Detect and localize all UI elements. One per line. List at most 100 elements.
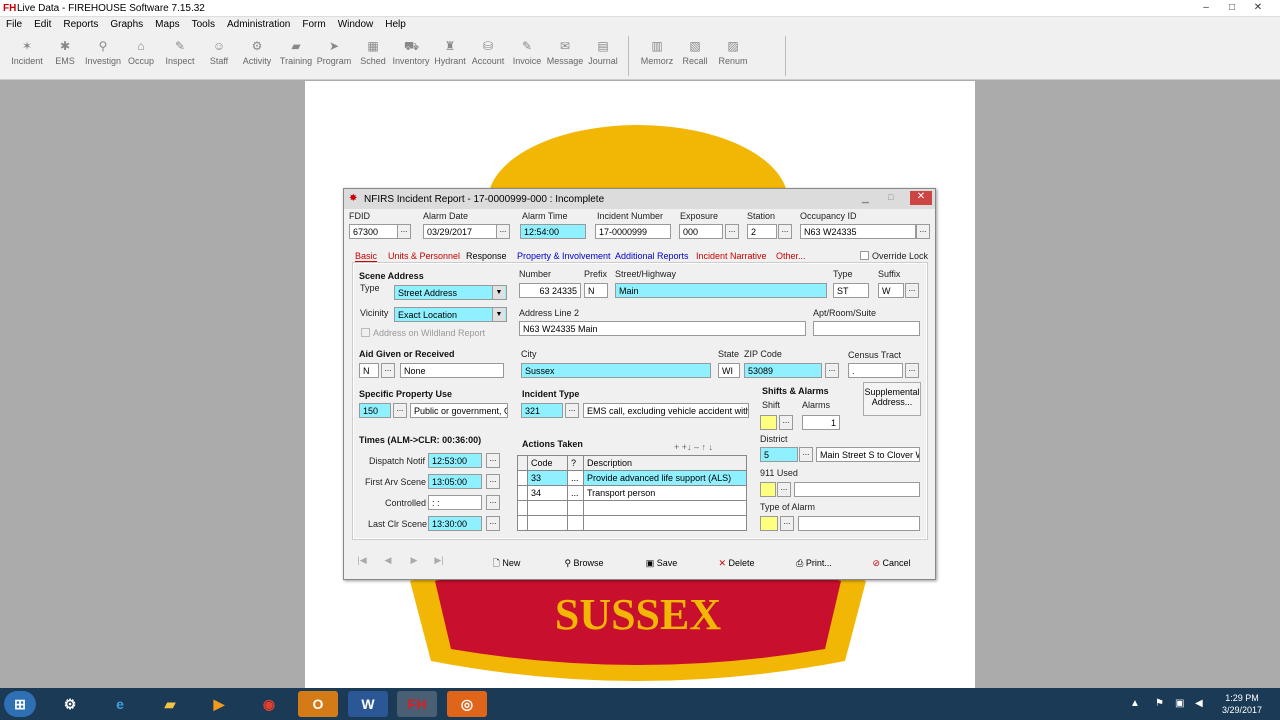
maximize-button[interactable]: □ [1222, 2, 1242, 14]
menu-maps[interactable]: Maps [149, 17, 185, 30]
dispatch-notif-field[interactable]: 12:53:00 [428, 453, 482, 468]
apt-field[interactable] [813, 321, 920, 336]
state-field[interactable]: WI [718, 363, 740, 378]
toolbar-account[interactable]: ⛁ Account [469, 40, 507, 67]
override-lock-checkbox[interactable] [860, 251, 869, 260]
exposure-lookup-button[interactable]: ... [725, 224, 739, 239]
toolbar-hydrant[interactable]: ♜ Hydrant [431, 40, 469, 67]
tab-incident-narrative[interactable]: Incident Narrative [696, 251, 767, 261]
incident-type-lookup-button[interactable]: ... [565, 403, 579, 418]
minimize-button[interactable]: – [1196, 2, 1216, 14]
toolbar-occup[interactable]: ⌂ Occup [122, 40, 160, 67]
fdid-lookup-button[interactable]: ... [397, 224, 411, 239]
district-lookup-button[interactable]: ... [799, 447, 813, 462]
type-of-alarm-field[interactable] [760, 516, 778, 531]
last-clear-button[interactable]: ... [486, 516, 500, 531]
menu-help[interactable]: Help [379, 17, 412, 30]
menu-graphs[interactable]: Graphs [104, 17, 149, 30]
taskbar-firehouse[interactable]: FH [397, 691, 437, 717]
menu-administration[interactable]: Administration [221, 17, 296, 30]
actions-toolbar[interactable]: + +↓ – ↑ ↓ [674, 442, 713, 452]
property-use-code-field[interactable]: 150 [359, 403, 391, 418]
next-record-button[interactable]: ▶ [404, 555, 424, 571]
toolbar-inventory[interactable]: ⛟ Inventory [392, 40, 430, 67]
volume-icon[interactable]: ◀ [1195, 698, 1203, 709]
city-field[interactable]: Sussex [521, 363, 711, 378]
occupancy-lookup-button[interactable]: ... [916, 224, 930, 239]
network-icon[interactable]: ▣ [1175, 698, 1184, 709]
aid-lookup-button[interactable]: ... [381, 363, 395, 378]
zip-lookup-button[interactable]: ... [825, 363, 839, 378]
close-button[interactable]: ✕ [1248, 2, 1268, 14]
tab-basic[interactable]: Basic [355, 251, 378, 262]
toolbar-journal[interactable]: ▤ Journal [584, 40, 622, 67]
table-row[interactable]: 34... Transport person [517, 485, 747, 501]
toolbar-investign[interactable]: ⚲ Investign [84, 40, 122, 67]
shift-lookup-button[interactable]: ... [779, 415, 793, 430]
taskbar-word[interactable]: W [348, 691, 388, 717]
alarm-date-field[interactable]: 03/29/2017 [423, 224, 498, 239]
dispatch-notif-button[interactable]: ... [486, 453, 500, 468]
toolbar-renum[interactable]: ▨ Renum [714, 40, 752, 67]
taskbar-internet-explorer[interactable]: e [100, 691, 140, 717]
tab-other[interactable]: Other... [776, 251, 806, 261]
menu-form[interactable]: Form [296, 17, 331, 30]
previous-record-button[interactable]: ◀ [378, 555, 398, 571]
used-911-lookup-button[interactable]: ... [777, 482, 791, 497]
flag-icon[interactable]: ⚑ [1155, 698, 1164, 709]
chevron-down-icon[interactable]: ▼ [492, 286, 505, 299]
tab-response[interactable]: Response [466, 251, 507, 261]
toolbar-incident[interactable]: ✶ Incident [8, 40, 46, 67]
toolbar-ems[interactable]: ✱ EMS [46, 40, 84, 67]
browse-button[interactable]: ⚲ Browse [554, 553, 614, 573]
alarm-date-picker-button[interactable]: ... [496, 224, 510, 239]
property-use-lookup-button[interactable]: ... [393, 403, 407, 418]
taskbar-screen-recorder[interactable]: ◎ [447, 691, 487, 717]
incident-number-field[interactable]: 17-0000999 [595, 224, 671, 239]
print-button[interactable]: ⎙ Print... [784, 553, 844, 573]
last-clear-field[interactable]: 13:30:00 [428, 516, 482, 531]
fdid-field[interactable]: 67300 [349, 224, 399, 239]
zip-field[interactable]: 53089 [744, 363, 822, 378]
toolbar-recall[interactable]: ▧ Recall [676, 40, 714, 67]
toolbar-staff[interactable]: ☺ Staff [200, 40, 238, 67]
station-field[interactable]: 2 [747, 224, 777, 239]
start-button[interactable]: ⊞ [4, 691, 36, 717]
address-line2-field[interactable]: N63 W24335 Main [519, 321, 806, 336]
menu-file[interactable]: File [0, 17, 28, 30]
street-number-field[interactable]: 63 24335 [519, 283, 581, 298]
table-row[interactable] [517, 515, 747, 531]
chevron-down-icon[interactable]: ▼ [492, 308, 505, 321]
toolbar-training[interactable]: ▰ Training [277, 40, 315, 67]
taskbar-chrome[interactable]: ◉ [249, 691, 289, 717]
first-arrive-field[interactable]: 13:05:00 [428, 474, 482, 489]
toolbar-activity[interactable]: ⚙ Activity [238, 40, 276, 67]
street-type-field[interactable]: ST [833, 283, 869, 298]
taskbar-media-player[interactable]: ▶ [199, 691, 239, 717]
menu-edit[interactable]: Edit [28, 17, 57, 30]
census-field[interactable]: . [848, 363, 903, 378]
tray-expand-icon[interactable]: ▲ [1130, 698, 1140, 709]
alarms-stepper[interactable]: 1 [802, 415, 840, 430]
used-911-field[interactable] [760, 482, 776, 497]
district-field[interactable]: 5 [760, 447, 798, 462]
tab-additional-reports[interactable]: Additional Reports [615, 251, 689, 261]
toolbar-invoice[interactable]: ✎ Invoice [508, 40, 546, 67]
delete-button[interactable]: ✕ Delete [709, 553, 764, 573]
toolbar-sched[interactable]: ▦ Sched [354, 40, 392, 67]
taskbar-tools[interactable]: ⚙ [50, 691, 90, 717]
vicinity-select[interactable]: Exact Location [394, 307, 507, 322]
exposure-field[interactable]: 000 [679, 224, 723, 239]
prefix-field[interactable]: N [584, 283, 608, 298]
street-field[interactable]: Main [615, 283, 827, 298]
tab-property-involvement[interactable]: Property & Involvement [517, 251, 611, 261]
taskbar-file-explorer[interactable]: ▰ [150, 691, 190, 717]
incident-type-code-field[interactable]: 321 [521, 403, 563, 418]
table-row[interactable]: 33... Provide advanced life support (ALS) [517, 470, 747, 486]
table-row[interactable] [517, 500, 747, 516]
dialog-minimize-button[interactable]: ▁ [862, 193, 869, 204]
taskbar-clock[interactable]: 1:29 PM 3/29/2017 [1212, 692, 1272, 716]
suffix-lookup-button[interactable]: ... [905, 283, 919, 298]
alarm-time-field[interactable]: 12:54:00 [520, 224, 586, 239]
scene-type-select[interactable]: Street Address [394, 285, 507, 300]
